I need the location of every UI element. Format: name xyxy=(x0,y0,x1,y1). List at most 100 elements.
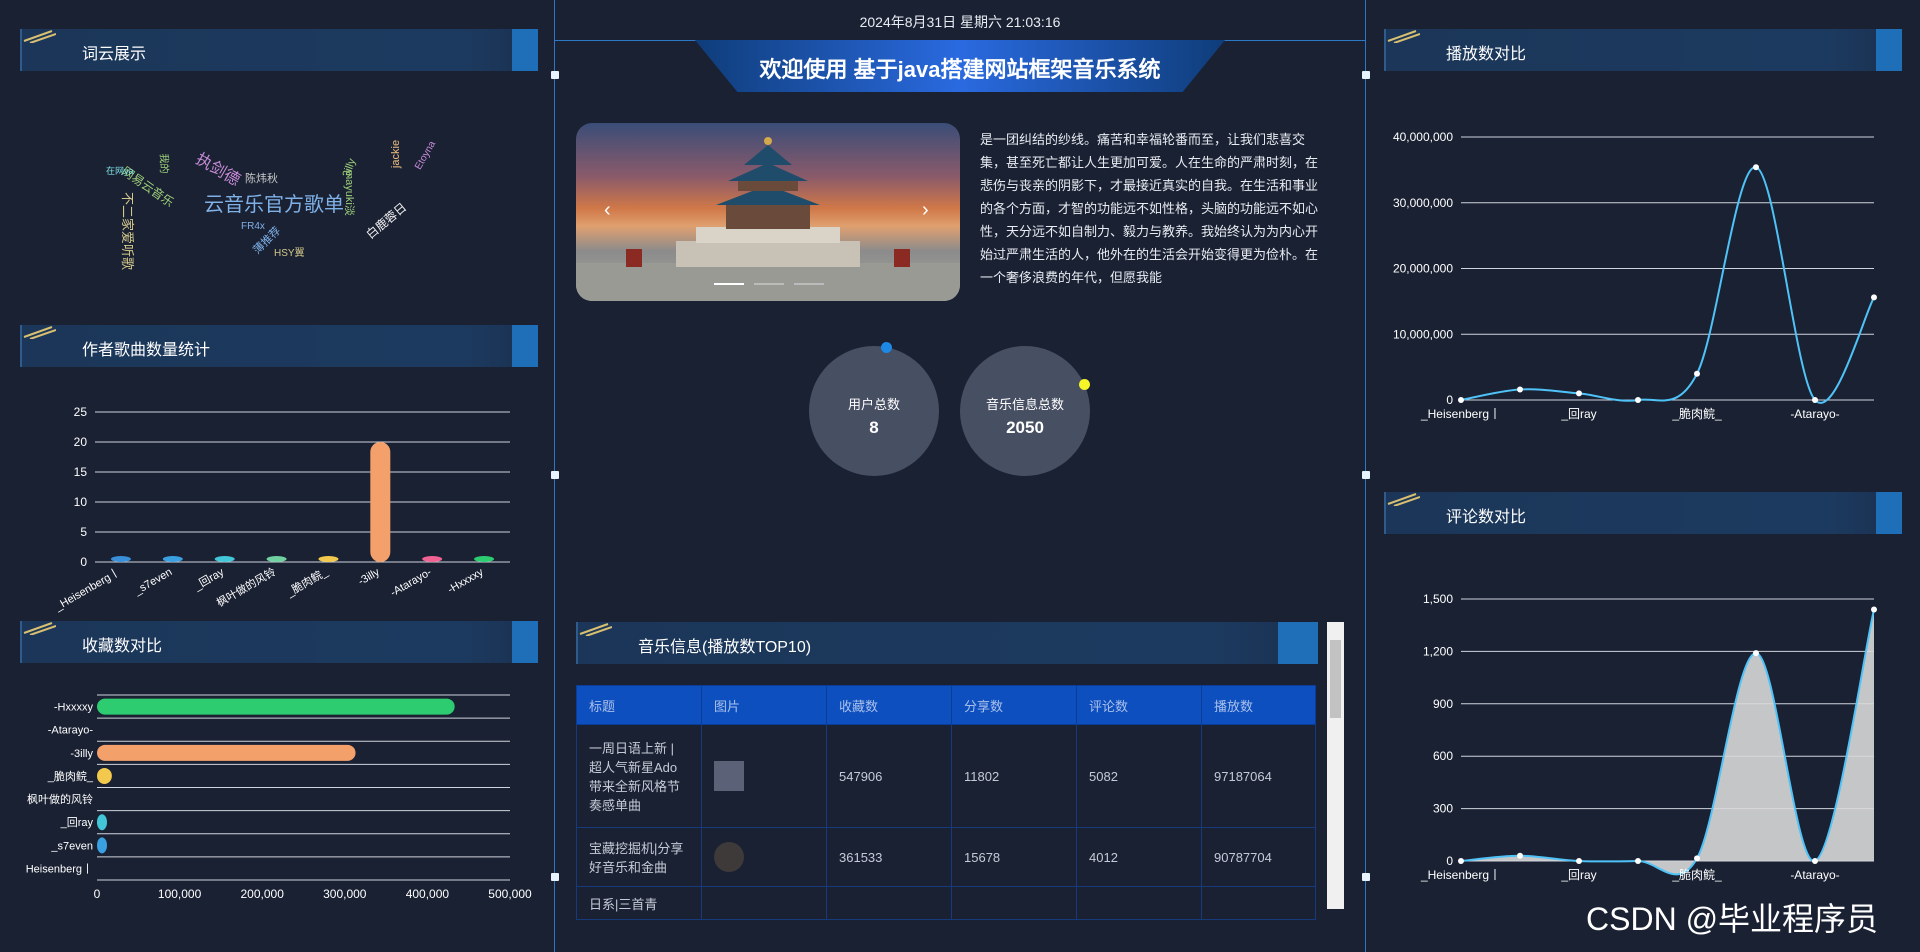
panel-title-comment: 评论数对比 xyxy=(1384,492,1902,534)
x-tick-label: 500,000 xyxy=(488,887,532,901)
word: 不二家爱听歌 xyxy=(120,192,135,271)
frame-handle xyxy=(1362,471,1370,479)
panel-tab xyxy=(1876,29,1902,71)
panel-title-wordcloud: 词云展示 xyxy=(20,29,538,71)
cell-comment xyxy=(1076,886,1202,920)
y-tick-label: 0 xyxy=(1446,393,1453,407)
bar xyxy=(370,442,391,562)
stripes-icon xyxy=(23,622,56,635)
word: HSY翼 xyxy=(274,248,305,259)
orbit-dot xyxy=(881,342,892,353)
panel-label: 音乐信息(播放数TOP10) xyxy=(638,639,812,656)
data-point xyxy=(1576,390,1582,397)
music-count-circle: 音乐信息总数 2050 xyxy=(960,346,1090,476)
data-point xyxy=(1635,858,1641,864)
column-header: 收藏数 xyxy=(826,685,952,725)
x-tick-label: _脆肉鲩_ xyxy=(283,564,331,600)
y-tick-label: 300 xyxy=(1433,802,1453,816)
cell-play xyxy=(1201,886,1316,920)
panel-title-author-stats: 作者歌曲数量统计 xyxy=(20,325,538,367)
panel-tab xyxy=(512,29,538,71)
bar xyxy=(474,556,495,562)
y-tick-label: 1,500 xyxy=(1423,592,1453,606)
panel-tab xyxy=(1278,622,1318,664)
data-point xyxy=(1635,397,1641,403)
column-header: 图片 xyxy=(701,685,827,725)
x-tick-label: 0 xyxy=(94,887,101,901)
stripes-icon xyxy=(579,623,612,636)
x-tick-label: 200,000 xyxy=(241,887,285,901)
panel-title-music-top: 音乐信息(播放数TOP10) xyxy=(576,622,1318,664)
y-tick-label: 15 xyxy=(74,465,88,479)
y-tick-label: 枫叶做的风铃 xyxy=(27,792,93,806)
x-tick-label: _s7even xyxy=(131,566,174,598)
cover-thumbnail xyxy=(714,842,744,872)
cell-share: 15678 xyxy=(951,827,1077,887)
area-fill xyxy=(1461,609,1874,875)
cell-collect: 361533 xyxy=(826,827,952,887)
x-tick-label: _脆肉鲩_ xyxy=(1671,867,1722,882)
scrollbar-thumb[interactable] xyxy=(1330,640,1341,718)
word-cloud: 云音乐官方歌单 执剑德 不二家爱听歌 网易云音乐 陈炜秋 白鹿蓉日 mayuki… xyxy=(100,120,460,270)
page-title: 欢迎使用 基于java搭建网站框架音乐系统 xyxy=(759,57,1161,82)
cell-image xyxy=(701,827,827,887)
user-count-value: 8 xyxy=(869,418,879,437)
temple-illustration xyxy=(576,137,960,301)
carousel-indicator[interactable] xyxy=(754,283,784,285)
data-point xyxy=(1458,397,1464,403)
y-tick-label: 0 xyxy=(80,555,87,569)
column-header: 分享数 xyxy=(951,685,1077,725)
watermark-text: CSDN @毕业程序员 xyxy=(1586,901,1879,937)
carousel-indicator-active[interactable] xyxy=(714,283,744,285)
y-tick-label: -3illy xyxy=(70,748,93,760)
x-tick-label: -3illy xyxy=(356,566,382,588)
cell-title: 宝藏挖掘机|分享好音乐和金曲 xyxy=(576,827,702,887)
cell-collect: 547906 xyxy=(826,724,952,828)
table-header-row: 标题 图片 收藏数 分享数 评论数 播放数 xyxy=(576,685,1316,725)
x-tick-label: 300,000 xyxy=(323,887,367,901)
music-table: 标题 图片 收藏数 分享数 评论数 播放数 一周日语上新 | 超人气新星Ado带… xyxy=(576,685,1316,920)
frame-handle xyxy=(551,71,559,79)
x-tick-label: _Heisenberg丨 xyxy=(52,565,123,613)
bar xyxy=(266,556,287,562)
table-row[interactable]: 宝藏挖掘机|分享好音乐和金曲 361533 15678 4012 9078770… xyxy=(576,827,1316,887)
table-row[interactable]: 一周日语上新 | 超人气新星Ado带来全新风格节奏感单曲 547906 1180… xyxy=(576,724,1316,828)
data-point xyxy=(1753,650,1759,657)
user-count-circle: 用户总数 8 xyxy=(809,346,939,476)
y-tick-label: -Hxxxxy xyxy=(54,702,94,714)
data-point xyxy=(1812,397,1818,403)
data-point xyxy=(1753,164,1759,171)
word: 在网ya xyxy=(106,166,134,176)
cell-comment: 4012 xyxy=(1076,827,1202,887)
carousel-indicator[interactable] xyxy=(794,283,824,285)
bar xyxy=(422,556,443,562)
word: 我的 xyxy=(157,153,169,174)
cell-share xyxy=(951,886,1077,920)
y-tick-label: 25 xyxy=(74,405,88,419)
panel-tab xyxy=(512,621,538,663)
y-tick-label: Heisenberg丨 xyxy=(26,862,93,875)
frame-handle xyxy=(1362,873,1370,881)
y-tick-label: 0 xyxy=(1446,854,1453,868)
music-count-value: 2050 xyxy=(1006,418,1044,437)
bar xyxy=(97,837,107,854)
carousel-next-button[interactable]: › xyxy=(922,199,929,222)
x-tick-label: -Atarayo- xyxy=(388,566,433,599)
bar xyxy=(214,556,235,562)
data-point xyxy=(1871,606,1877,613)
data-point xyxy=(1871,294,1877,301)
panel-label: 作者歌曲数量统计 xyxy=(82,342,211,359)
table-scrollbar[interactable] xyxy=(1327,622,1344,909)
word: 云音乐官方歌单 xyxy=(204,194,344,216)
x-tick-label: -Atarayo- xyxy=(1790,407,1839,421)
carousel-prev-button[interactable]: ‹ xyxy=(604,199,611,222)
word: jackie xyxy=(390,139,403,169)
author-songs-chart: 0 5 10 15 20 25 _Heisenberg丨 _s7even _回ray枫叶做的风铃… xyxy=(52,405,510,614)
data-point xyxy=(1517,386,1523,393)
bar xyxy=(162,556,183,562)
image-carousel[interactable]: ‹ › xyxy=(576,123,960,301)
table-row[interactable]: 日系|三首青 xyxy=(576,886,1316,920)
data-point xyxy=(1694,370,1700,377)
bar xyxy=(97,814,107,831)
cell-image xyxy=(701,886,827,920)
